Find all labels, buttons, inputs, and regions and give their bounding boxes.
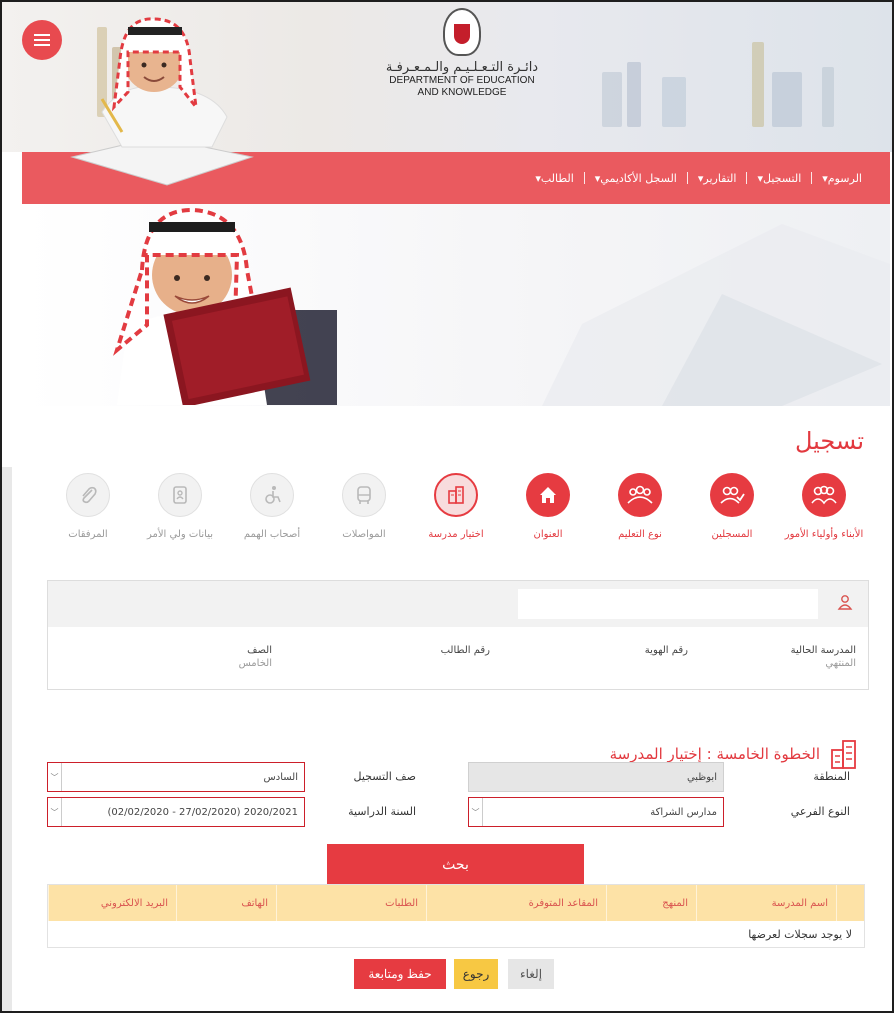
grade-value: الخامس [238,658,272,669]
child-writing-illustration [70,17,254,186]
registration-steps: الأبناء وأولياء الأمور المسجلين نوع التع… [47,473,869,563]
current-school-label: المدرسة الحالية [790,645,856,656]
schools-table: اسم المدرسة المنهج المقاعد المتوفرة الطل… [47,884,865,948]
id-number-label: رقم الهوية [644,645,688,656]
academic-year-label: السنة الدراسية [348,805,416,818]
nav-menu: الطالب▾ السجل الأكاديمي▾ التقارير▾ التسج… [525,152,872,204]
region-select[interactable]: ابوظبي [468,762,724,792]
step-label: المسجلين [711,529,753,540]
nav-divider [583,172,585,184]
step-school-selection[interactable]: اختيار مدرسة [411,473,501,540]
table-header-select [836,885,864,921]
grade-column: الصف الخامس [239,645,272,669]
home-icon [526,473,570,517]
step-education-type[interactable]: نوع التعليم [595,473,685,540]
page-frame: دائـرة التـعـلـيـم والـمـعـرفـة DEPARTME… [0,0,894,1013]
student-search-bar [48,581,868,627]
table-empty-row: لا يوجد سجلات لعرضها [748,927,852,941]
building-icon [831,740,856,769]
id-number-column: رقم الهوية [645,645,688,658]
building-icon [434,473,478,517]
left-scroll-strip [2,467,12,1011]
bus-icon [342,473,386,517]
current-school-value: المنتهي [825,658,856,669]
child-with-book-illustration [113,207,337,405]
step-transportation[interactable]: المواصلات [319,473,409,540]
academic-year-value: 2020/2021 (27/02/2020 - 02/02/2020) [107,806,298,818]
table-header-requests[interactable]: الطلبات [276,885,426,921]
step-label: المرفقات [68,529,108,540]
chevron-down-icon: ﹀ [48,763,62,791]
user-icon [836,594,854,612]
nav-divider [746,172,748,184]
department-logo: دائـرة التـعـلـيـم والـمـعـرفـة DEPARTME… [377,8,547,99]
nav-item-academic-record[interactable]: السجل الأكاديمي▾ [585,172,687,185]
nav-item-student[interactable]: الطالب▾ [525,172,583,185]
student-number-label: رقم الطالب [440,645,490,656]
table-header-phone[interactable]: الهاتف [176,885,276,921]
users-check-icon [710,473,754,517]
group-icon [618,473,662,517]
grade-label: الصف [247,645,272,656]
nav-divider [686,172,688,184]
contact-book-icon [158,473,202,517]
nav-item-registration[interactable]: التسجيل▾ [747,172,811,185]
step-label: نوع التعليم [618,529,662,540]
nav-divider [811,172,813,184]
falcon-emblem-icon [443,8,481,56]
subtype-value: مدارس الشراكة [650,806,717,818]
logo-text-english-line1: DEPARTMENT OF EDUCATION [389,75,535,86]
student-info-columns: المدرسة الحالية المنتهي رقم الهوية رقم ا… [48,627,868,689]
step-label: اختيار مدرسة [428,529,484,540]
student-search-input[interactable] [518,589,818,619]
save-and-continue-button[interactable]: حفظ ومتابعة [354,959,446,989]
step-guardian-data[interactable]: بيانات ولي الأمر [135,473,225,540]
subtype-label: النوع الفرعي [790,805,850,818]
paperclip-icon [66,473,110,517]
hamburger-menu-button[interactable] [22,20,62,60]
registration-grade-value: السادس [263,771,298,783]
step-label: بيانات ولي الأمر [146,529,213,540]
chevron-down-icon: ﹀ [48,798,62,826]
step-label: العنوان [533,529,563,540]
step-label: الأبناء وأولياء الأمور [784,529,864,540]
table-header-row: اسم المدرسة المنهج المقاعد المتوفرة الطل… [48,885,864,921]
section-title: الخطوة الخامسة : إختيار المدرسة [609,745,820,763]
logo-text-english-line2: AND KNOWLEDGE [417,87,507,98]
step-attachments[interactable]: المرفقات [43,473,133,540]
back-button[interactable]: رجوع [454,959,498,989]
table-header-available-seats[interactable]: المقاعد المتوفرة [426,885,606,921]
registration-grade-select[interactable]: السادس ﹀ [47,762,305,792]
step-label: المواصلات [342,529,386,540]
student-number-column: رقم الطالب [441,645,490,658]
menu-icon [34,39,50,41]
subtype-select[interactable]: مدارس الشراكة ﹀ [468,797,724,827]
nav-item-fees[interactable]: الرسوم▾ [812,172,872,185]
family-icon [802,473,846,517]
step-address[interactable]: العنوان [503,473,593,540]
search-button[interactable]: بحث [327,844,584,884]
table-header-school-name[interactable]: اسم المدرسة [696,885,836,921]
table-header-email[interactable]: البريد الالكتروني [48,885,176,921]
page-title: تسجيل [795,427,864,455]
region-value: ابوظبي [686,771,717,783]
grade-label: صف التسجيل [353,770,416,783]
logo-text-arabic: دائـرة التـعـلـيـم والـمـعـرفـة [385,60,539,75]
wheelchair-icon [250,473,294,517]
step-parents-children[interactable]: الأبناء وأولياء الأمور [779,473,869,540]
nav-item-reports[interactable]: التقارير▾ [688,172,747,185]
step-special-needs[interactable]: أصحاب الهمم [227,473,317,540]
academic-year-select[interactable]: 2020/2021 (27/02/2020 - 02/02/2020) ﹀ [47,797,305,827]
step-registrants[interactable]: المسجلين [687,473,777,540]
cancel-button[interactable]: إلغاء [508,959,554,989]
current-school-column: المدرسة الحالية المنتهي [791,645,856,669]
student-info-card: المدرسة الحالية المنتهي رقم الهوية رقم ا… [47,580,869,690]
chevron-down-icon: ﹀ [469,798,483,826]
table-header-curriculum[interactable]: المنهج [606,885,696,921]
region-label: المنطقة [813,770,850,783]
step-label: أصحاب الهمم [243,529,301,540]
